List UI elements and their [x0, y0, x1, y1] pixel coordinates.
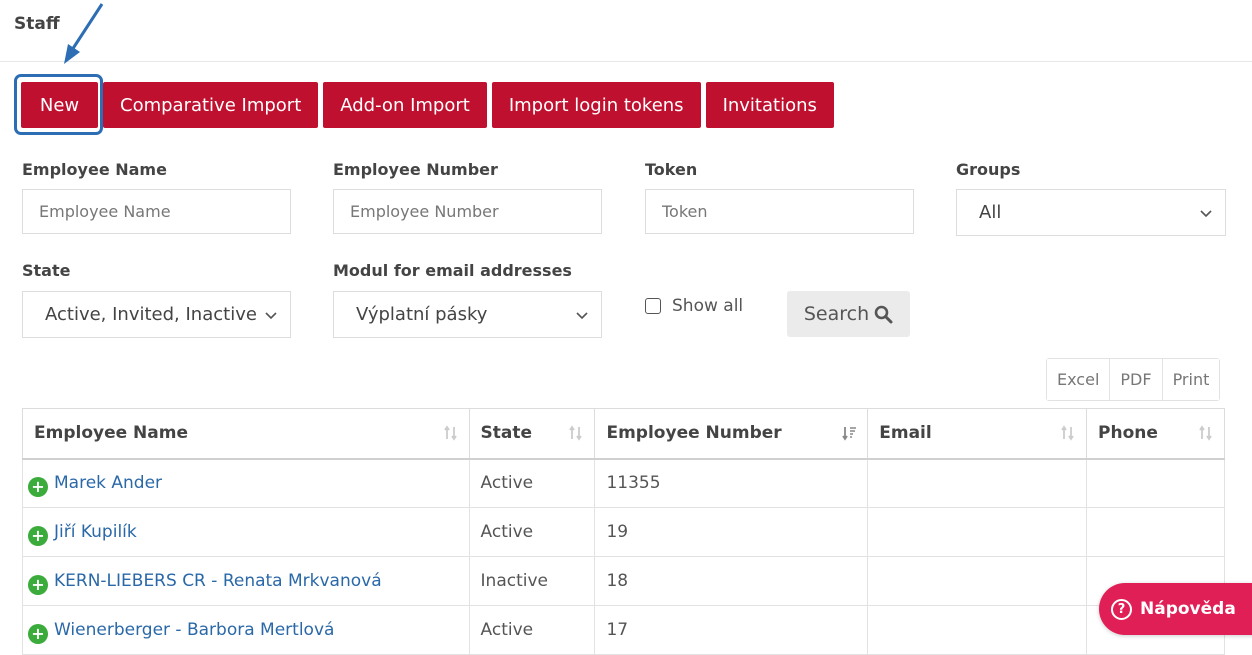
table-row: + Wienerberger - Barbora Mertlová Active … — [22, 605, 1225, 655]
employee-name-input[interactable] — [22, 189, 291, 234]
employee-number-label: Employee Number — [333, 160, 498, 179]
expand-plus-icon[interactable]: + — [28, 575, 48, 595]
column-header-label: Employee Number — [606, 423, 782, 444]
toolbar: New Comparative Import Add-on Import Imp… — [21, 82, 839, 128]
column-header-state[interactable]: State — [468, 408, 596, 460]
modul-email-select-value: Výplatní pásky — [356, 304, 488, 325]
employee-number-cell: 17 — [594, 605, 869, 655]
table-row: + Marek Ander Active 11355 — [22, 458, 1225, 508]
employee-number-input[interactable] — [333, 189, 602, 234]
employee-link[interactable]: KERN-LIEBERS CR - Renata Mrkvanová — [54, 571, 382, 591]
groups-label: Groups — [956, 160, 1021, 179]
employee-name-cell: + Marek Ander — [22, 458, 470, 508]
table-row: + Jiří Kupilík Active 19 — [22, 507, 1225, 557]
token-label: Token — [645, 160, 698, 179]
invitations-button[interactable]: Invitations — [705, 82, 834, 128]
employee-name-label: Employee Name — [22, 160, 167, 179]
email-cell — [867, 507, 1088, 557]
search-button-label: Search — [803, 303, 870, 325]
state-label: State — [22, 261, 71, 280]
expand-plus-icon[interactable]: + — [28, 624, 48, 644]
email-cell — [867, 458, 1088, 508]
sort-descending-icon — [842, 427, 857, 441]
sort-icon — [1199, 425, 1212, 441]
page-title: Staff — [14, 14, 60, 34]
import-login-tokens-button[interactable]: Import login tokens — [491, 82, 701, 128]
comparative-import-button[interactable]: Comparative Import — [103, 82, 319, 128]
column-header-label: State — [480, 423, 533, 444]
column-header-label: Email — [879, 423, 932, 444]
table-header-row: Employee Name State Employee Number Emai… — [22, 408, 1225, 460]
add-on-import-button[interactable]: Add-on Import — [323, 82, 487, 128]
chevron-down-icon — [576, 311, 588, 319]
expand-plus-icon[interactable]: + — [28, 526, 48, 546]
state-cell: Active — [468, 605, 596, 655]
chevron-down-icon — [1200, 209, 1212, 217]
state-select-value: Active, Invited, Inactive — [45, 304, 257, 325]
employee-number-cell: 18 — [594, 556, 869, 606]
employee-link[interactable]: Marek Ander — [54, 473, 162, 493]
show-all-label: Show all — [672, 296, 744, 316]
employee-number-cell: 19 — [594, 507, 869, 557]
question-mark-icon: ? — [1111, 598, 1132, 620]
state-cell: Active — [468, 507, 596, 557]
column-header-employee-name[interactable]: Employee Name — [22, 408, 470, 460]
sort-icon — [1061, 425, 1074, 441]
modul-email-select[interactable]: Výplatní pásky — [333, 291, 602, 338]
employee-number-cell: 11355 — [594, 458, 869, 508]
expand-plus-icon[interactable]: + — [28, 477, 48, 498]
column-header-label: Phone — [1098, 423, 1158, 444]
phone-cell — [1086, 507, 1225, 557]
excel-export-button[interactable]: Excel — [1047, 359, 1111, 400]
help-button[interactable]: ? Nápověda — [1099, 583, 1252, 635]
employee-name-cell: + Wienerberger - Barbora Mertlová — [22, 605, 470, 655]
employee-name-cell: + Jiří Kupilík — [22, 507, 470, 557]
email-cell — [867, 556, 1088, 606]
sort-icon — [443, 425, 457, 441]
state-select[interactable]: Active, Invited, Inactive — [22, 291, 291, 338]
title-divider — [0, 61, 1252, 62]
modul-email-label: Modul for email addresses — [333, 261, 572, 280]
email-cell — [867, 605, 1088, 655]
employee-link[interactable]: Wienerberger - Barbora Mertlová — [54, 620, 334, 640]
table-row: + KERN-LIEBERS CR - Renata Mrkvanová Inac… — [22, 556, 1225, 606]
sort-icon — [569, 425, 583, 441]
show-all-toggle[interactable]: Show all — [645, 296, 743, 316]
state-cell: Active — [468, 458, 596, 508]
pdf-export-button[interactable]: PDF — [1110, 359, 1163, 400]
chevron-down-icon — [265, 311, 277, 319]
groups-select[interactable]: All — [956, 189, 1226, 236]
pointer-arrow-icon — [64, 3, 104, 64]
phone-cell — [1086, 458, 1225, 508]
export-button-group: Excel PDF Print — [1046, 358, 1221, 401]
print-button[interactable]: Print — [1162, 359, 1220, 400]
state-cell: Inactive — [468, 556, 596, 606]
column-header-label: Employee Name — [34, 423, 189, 444]
column-header-employee-number[interactable]: Employee Number — [594, 408, 869, 460]
column-header-phone[interactable]: Phone — [1086, 408, 1225, 460]
groups-select-value: All — [979, 202, 1002, 223]
help-button-label: Nápověda — [1140, 599, 1236, 619]
new-button[interactable]: New — [21, 82, 98, 128]
column-header-email[interactable]: Email — [867, 408, 1088, 460]
search-button[interactable]: Search — [787, 291, 910, 337]
staff-table: Employee Name State Employee Number Emai… — [22, 408, 1225, 655]
token-input[interactable] — [645, 189, 914, 234]
employee-name-cell: + KERN-LIEBERS CR - Renata Mrkvanová — [22, 556, 470, 606]
employee-link[interactable]: Jiří Kupilík — [54, 522, 137, 542]
search-icon — [874, 305, 893, 323]
show-all-checkbox[interactable] — [645, 298, 661, 314]
